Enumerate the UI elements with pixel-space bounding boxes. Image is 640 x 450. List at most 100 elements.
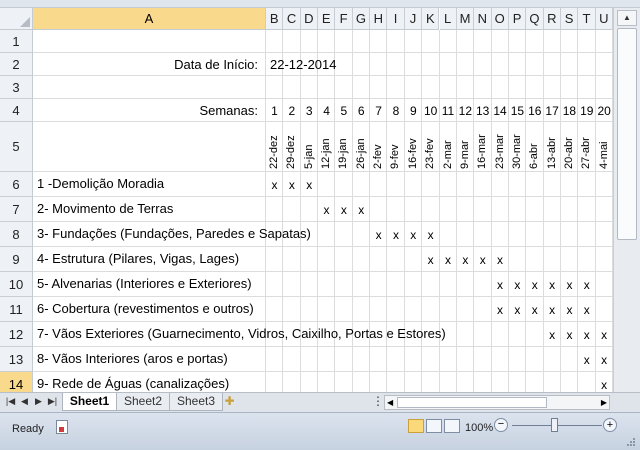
sheet-tab-sheet3[interactable]: Sheet3: [169, 393, 223, 411]
row-header-10[interactable]: 10: [0, 272, 33, 297]
week-number: 7: [375, 104, 382, 118]
scroll-left-arrow-icon[interactable]: ◀: [387, 396, 393, 409]
row-header-2[interactable]: 2: [0, 53, 33, 76]
column-header-n[interactable]: N: [474, 8, 492, 30]
resize-grip-icon[interactable]: [626, 437, 636, 447]
column-header-m[interactable]: M: [456, 8, 475, 30]
week-date: 2-mar: [441, 140, 454, 169]
column-header-b[interactable]: B: [266, 8, 284, 30]
row-header-14[interactable]: 14: [0, 372, 33, 392]
last-sheet-nav-icon[interactable]: ▶|: [47, 396, 58, 407]
gridline: [33, 371, 613, 372]
column-header-r[interactable]: R: [543, 8, 561, 30]
row-header-1[interactable]: 1: [0, 30, 33, 53]
task-label: 5- Alvenarias (Interiores e Exteriores): [37, 276, 252, 291]
schedule-mark: x: [410, 228, 417, 242]
schedule-mark: x: [427, 253, 434, 267]
column-header-s[interactable]: S: [560, 8, 579, 30]
horizontal-scroll-thumb[interactable]: [397, 397, 547, 408]
week-date: 4-mai: [597, 141, 610, 169]
page-break-view-button[interactable]: [444, 419, 460, 433]
column-header-u[interactable]: U: [595, 8, 613, 30]
scroll-up-arrow-icon[interactable]: ▲: [617, 10, 637, 26]
week-number: 3: [305, 104, 313, 118]
row-header-8[interactable]: 8: [0, 222, 33, 247]
column-header-p[interactable]: P: [508, 8, 527, 30]
week-date: 22-dez: [268, 135, 280, 169]
week-number: 4: [323, 104, 330, 118]
tab-split-handle[interactable]: ⋮: [372, 394, 384, 408]
horizontal-scrollbar[interactable]: ◀ ▶: [384, 395, 610, 410]
column-header-k[interactable]: K: [422, 8, 440, 30]
column-header-j[interactable]: J: [404, 8, 423, 30]
column-header-l[interactable]: L: [439, 8, 457, 30]
select-all-corner[interactable]: [0, 8, 33, 30]
zoom-in-button[interactable]: +: [603, 418, 617, 432]
row-header-9[interactable]: 9: [0, 247, 33, 272]
week-number: 14: [493, 104, 507, 118]
column-header-i[interactable]: I: [387, 8, 405, 30]
vertical-scrollbar[interactable]: ▲: [613, 8, 640, 392]
schedule-mark: x: [601, 328, 608, 342]
record-macro-icon[interactable]: [56, 420, 68, 434]
scroll-right-arrow-icon[interactable]: ▶: [601, 396, 607, 409]
schedule-mark: x: [514, 303, 521, 317]
task-label: 6- Cobertura (revestimentos e outros): [37, 301, 254, 316]
column-header-h[interactable]: H: [370, 8, 388, 30]
column-header-a[interactable]: A: [33, 8, 266, 30]
schedule-mark: x: [583, 353, 590, 367]
row-header-7[interactable]: 7: [0, 197, 33, 222]
week-number: 11: [441, 104, 455, 118]
schedule-mark: x: [497, 253, 504, 267]
column-header-c[interactable]: C: [283, 8, 301, 30]
column-header-q[interactable]: Q: [526, 8, 544, 30]
sheet-tab-sheet2[interactable]: Sheet2: [116, 393, 170, 411]
zoom-out-button[interactable]: −: [494, 418, 508, 432]
status-bar: Ready 100% − +: [0, 412, 640, 450]
week-date: 23-mar: [493, 134, 506, 169]
week-number: 16: [528, 104, 542, 118]
start-date-value: 22-12-2014: [270, 57, 337, 72]
column-header-d[interactable]: D: [300, 8, 319, 30]
schedule-mark: x: [549, 328, 556, 342]
schedule-mark: x: [271, 178, 278, 192]
insert-sheet-icon[interactable]: ✚: [224, 394, 235, 408]
next-sheet-nav-icon[interactable]: ▶: [33, 396, 44, 407]
row-header-4[interactable]: 4: [0, 99, 33, 122]
vertical-scroll-thumb[interactable]: [617, 28, 637, 240]
column-header-e[interactable]: E: [318, 8, 336, 30]
week-number: 15: [510, 104, 525, 118]
week-date: 5-jan: [302, 144, 315, 169]
normal-view-button[interactable]: [408, 419, 424, 433]
column-header-o[interactable]: O: [491, 8, 509, 30]
gridline: [455, 30, 457, 392]
worksheet-grid[interactable]: ABCDEFGHIJKLMNOPQRSTUV 12345678910111213…: [0, 8, 640, 392]
schedule-mark: x: [288, 178, 295, 192]
gridline: [33, 121, 613, 122]
row-header-3[interactable]: 3: [0, 76, 33, 99]
sheet-tab-sheet1[interactable]: Sheet1: [62, 393, 117, 411]
column-header-g[interactable]: G: [352, 8, 371, 30]
row-header-11[interactable]: 11: [0, 297, 33, 322]
task-label: 8- Vãos Interiores (aros e portas): [37, 351, 228, 366]
cells-area[interactable]: Data de Início: 22-12-2014 Semanas: 1 2 3 4 5 6 7…: [33, 30, 613, 392]
column-header-f[interactable]: F: [335, 8, 353, 30]
schedule-mark: x: [531, 278, 538, 292]
weeks-label: Semanas:: [199, 103, 258, 118]
row-header-6[interactable]: 6: [0, 172, 33, 197]
schedule-mark: x: [479, 253, 486, 267]
schedule-mark: x: [462, 253, 469, 267]
schedule-mark: x: [358, 203, 365, 217]
zoom-slider-thumb[interactable]: [551, 418, 558, 432]
zoom-level[interactable]: 100%: [465, 422, 493, 434]
first-sheet-nav-icon[interactable]: |◀: [5, 396, 16, 407]
start-date-label: Data de Início:: [174, 57, 258, 72]
gridline: [33, 246, 613, 247]
column-header-t[interactable]: T: [578, 8, 596, 30]
page-layout-view-button[interactable]: [426, 419, 442, 433]
task-label: 2- Movimento de Terras: [37, 201, 174, 216]
prev-sheet-nav-icon[interactable]: ◀: [19, 396, 30, 407]
row-header-12[interactable]: 12: [0, 322, 33, 347]
row-header-5[interactable]: 5: [0, 122, 33, 172]
row-header-13[interactable]: 13: [0, 347, 33, 372]
